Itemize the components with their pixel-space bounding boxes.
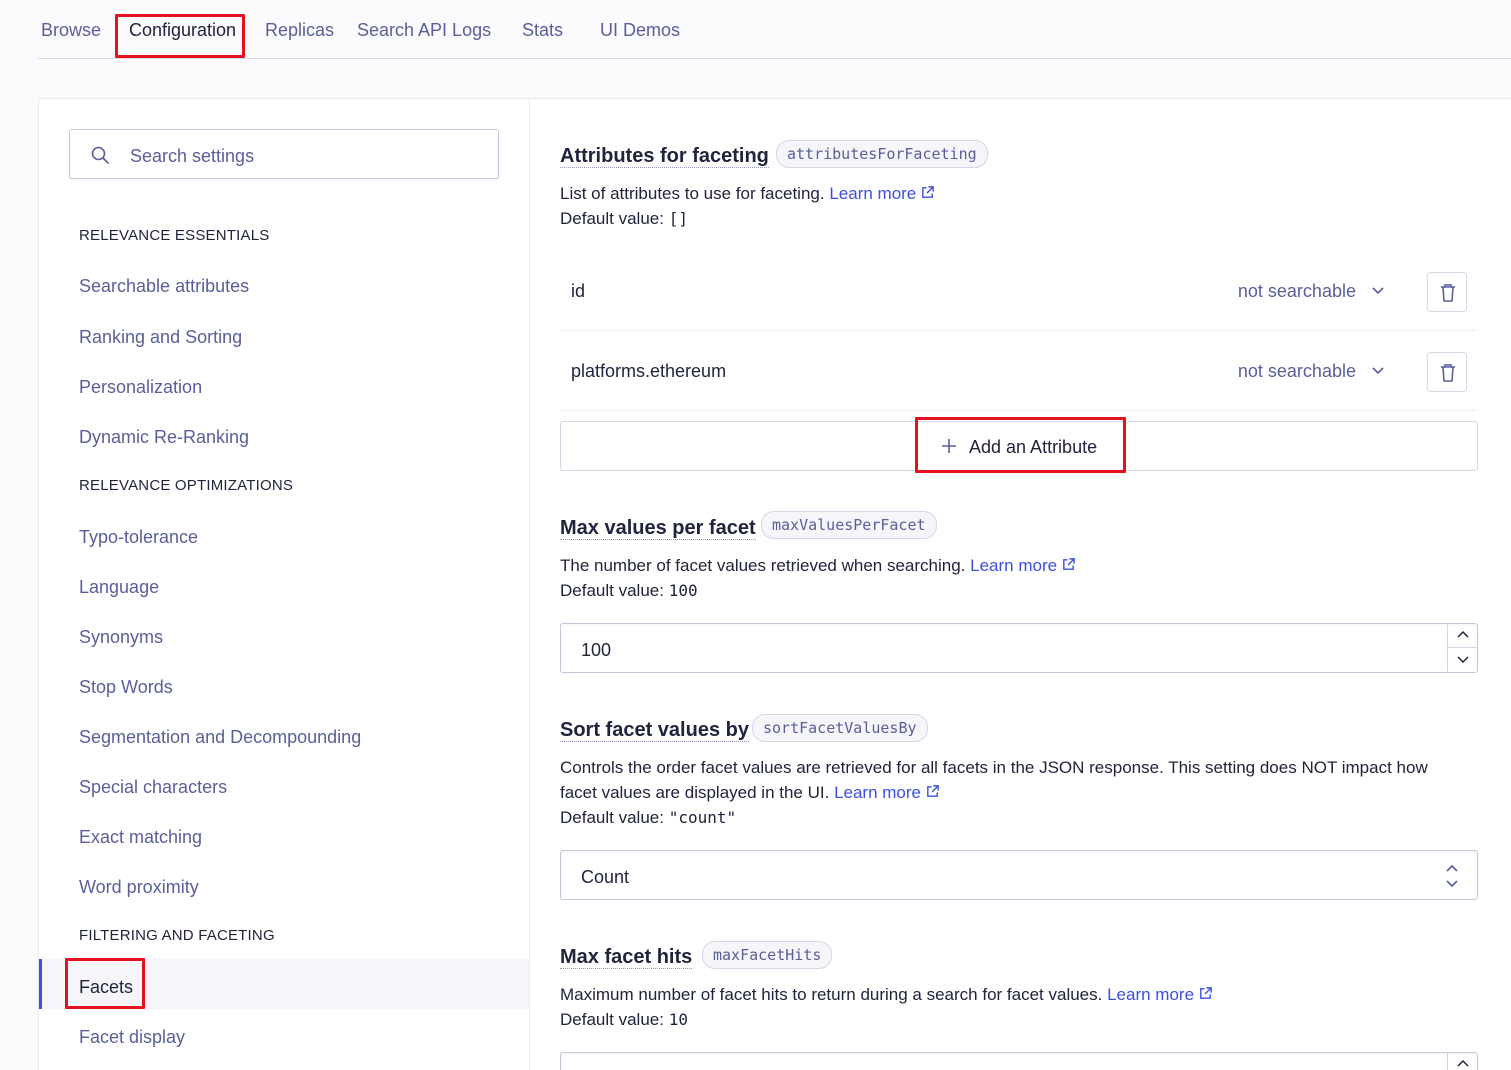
tab-stats[interactable]: Stats	[522, 20, 563, 41]
sidebar-item-typo-tolerance[interactable]: Typo-tolerance	[79, 527, 198, 548]
setting-title-max-values-per-facet: Max values per facet	[560, 517, 756, 540]
external-link-icon	[1063, 558, 1075, 570]
sidebar-item-language[interactable]: Language	[79, 577, 159, 598]
learn-more-link[interactable]: Learn more	[829, 184, 935, 203]
attribute-name: id	[571, 281, 586, 301]
top-nav: Browse Configuration Replicas Search API…	[38, 0, 1511, 59]
external-link-icon	[1200, 987, 1212, 999]
desc-sort-facet-values-by-line1: Controls the order facet values are retr…	[560, 758, 1428, 777]
default-max-values-per-facet: Default value: 100	[560, 581, 698, 600]
learn-more-link[interactable]: Learn more	[970, 556, 1076, 575]
chevron-down-icon	[1372, 287, 1384, 295]
sidebar-item-personalization[interactable]: Personalization	[79, 377, 202, 398]
increment-button[interactable]	[1448, 624, 1478, 648]
sidebar-item-facets[interactable]: Facets	[79, 977, 133, 998]
sidebar-item-synonyms[interactable]: Synonyms	[79, 627, 163, 648]
attribute-mode-dropdown[interactable]: not searchable	[1238, 281, 1385, 302]
sidebar-item-ranking-and-sorting[interactable]: Ranking and Sorting	[79, 327, 242, 348]
attribute-name: platforms.ethereum	[571, 361, 727, 381]
delete-attribute-button[interactable]	[1427, 352, 1467, 392]
section-relevance-optimizations: RELEVANCE OPTIMIZATIONS	[79, 477, 294, 494]
attribute-mode-dropdown[interactable]: not searchable	[1238, 361, 1385, 382]
chevron-up-icon	[1457, 630, 1469, 638]
section-relevance-essentials: RELEVANCE ESSENTIALS	[79, 227, 270, 244]
sidebar-item-stop-words[interactable]: Stop Words	[79, 677, 173, 698]
code-attributes-for-faceting: attributesForFaceting	[776, 140, 988, 168]
max-values-per-facet-input[interactable]: 100	[560, 623, 1478, 673]
chevron-down-icon	[1372, 367, 1384, 375]
learn-more-link[interactable]: Learn more	[1107, 985, 1213, 1004]
desc-sort-facet-values-by-line2: facet values are displayed in the UI. Le…	[560, 780, 940, 805]
code-sort-facet-values-by: sortFacetValuesBy	[752, 714, 928, 742]
default-attributes-for-faceting: Default value: []	[560, 209, 688, 228]
search-settings-input[interactable]: Search settings	[69, 129, 499, 179]
tab-replicas[interactable]: Replicas	[265, 20, 334, 41]
trash-icon	[1441, 284, 1455, 302]
sort-facet-values-select[interactable]: Count	[560, 850, 1478, 900]
attribute-row: id not searchable	[560, 253, 1477, 331]
trash-icon	[1441, 364, 1455, 382]
sidebar-item-dynamic-re-ranking[interactable]: Dynamic Re-Ranking	[79, 427, 249, 448]
increment-button[interactable]	[1448, 1053, 1478, 1070]
external-link-icon	[922, 186, 935, 198]
sidebar-item-word-proximity[interactable]: Word proximity	[79, 877, 199, 898]
tab-configuration[interactable]: Configuration	[129, 20, 236, 41]
number-stepper	[1447, 1053, 1477, 1070]
setting-title-attributes-for-faceting: Attributes for faceting	[560, 145, 769, 168]
default-sort-facet-values-by: Default value: "count"	[560, 808, 737, 827]
delete-attribute-button[interactable]	[1427, 272, 1467, 312]
number-stepper	[1447, 624, 1478, 672]
section-filtering-and-faceting: FILTERING AND FACETING	[79, 927, 275, 944]
search-placeholder: Search settings	[130, 146, 255, 166]
plus-icon	[942, 439, 956, 453]
chevron-down-icon	[1457, 656, 1469, 664]
desc-max-facet-hits: Maximum number of facet hits to return d…	[560, 982, 1213, 1007]
desc-attributes-for-faceting: List of attributes to use for faceting. …	[560, 181, 935, 206]
tab-ui-demos[interactable]: UI Demos	[600, 20, 680, 41]
max-facet-hits-input[interactable]	[560, 1052, 1478, 1070]
select-updown-icon	[1446, 864, 1458, 888]
sidebar-item-facet-display[interactable]: Facet display	[79, 1027, 185, 1048]
setting-title-max-facet-hits: Max facet hits	[560, 946, 693, 969]
setting-title-sort-facet-values-by: Sort facet values by	[560, 719, 749, 742]
sidebar-item-searchable-attributes[interactable]: Searchable attributes	[79, 276, 249, 297]
tab-browse[interactable]: Browse	[41, 20, 101, 41]
settings-sidebar: Search settings RELEVANCE ESSENTIALS Sea…	[39, 99, 530, 1070]
chevron-up-icon	[1457, 1059, 1469, 1067]
external-link-icon	[927, 785, 939, 797]
search-icon	[91, 146, 109, 164]
sidebar-item-exact-matching[interactable]: Exact matching	[79, 827, 202, 848]
desc-max-values-per-facet: The number of facet values retrieved whe…	[560, 553, 1076, 578]
attribute-row: platforms.ethereum not searchable	[560, 333, 1477, 411]
sidebar-item-segmentation[interactable]: Segmentation and Decompounding	[79, 727, 361, 748]
decrement-button[interactable]	[1448, 648, 1478, 672]
code-max-facet-hits: maxFacetHits	[702, 941, 833, 969]
sidebar-item-special-characters[interactable]: Special characters	[79, 777, 227, 798]
settings-panel: Search settings RELEVANCE ESSENTIALS Sea…	[38, 98, 1511, 1070]
add-attribute-button[interactable]: Add an Attribute	[560, 421, 1478, 471]
tab-search-api-logs[interactable]: Search API Logs	[357, 20, 491, 41]
default-max-facet-hits: Default value: 10	[560, 1010, 688, 1029]
code-max-values-per-facet: maxValuesPerFacet	[761, 511, 937, 539]
learn-more-link[interactable]: Learn more	[834, 783, 940, 802]
